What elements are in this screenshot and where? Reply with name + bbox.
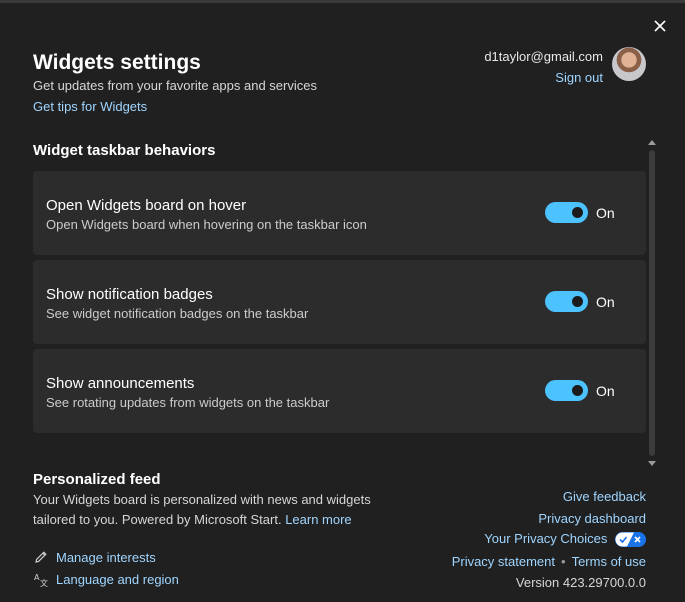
manage-interests-link[interactable]: Manage interests (33, 549, 156, 565)
avatar[interactable] (612, 47, 646, 81)
sign-out-link[interactable]: Sign out (484, 70, 603, 85)
give-feedback-row: Give feedback (563, 489, 646, 504)
separator-dot: • (561, 554, 566, 569)
setting-title: Show notification badges (46, 286, 213, 303)
version-row: Version 423.29700.0.0 (516, 575, 646, 590)
scroll-thumb[interactable] (649, 150, 655, 456)
give-feedback-link[interactable]: Give feedback (563, 489, 646, 504)
toggle-knob (572, 296, 583, 307)
page-title: Widgets settings (33, 51, 201, 74)
personalized-feed-title: Personalized feed (33, 471, 161, 488)
page-subtitle: Get updates from your favorite apps and … (33, 78, 317, 93)
privacy-choices-icon (615, 532, 646, 548)
widgets-settings-panel: Widgets settings Get updates from your f… (0, 3, 685, 602)
scrollbar[interactable] (646, 138, 658, 468)
toggle-state-label: On (596, 205, 615, 221)
terms-of-use-link[interactable]: Terms of use (572, 554, 646, 569)
get-tips-link[interactable]: Get tips for Widgets (33, 99, 147, 114)
pencil-icon (35, 551, 47, 563)
version-text: Version 423.29700.0.0 (515, 575, 646, 590)
account-email: d1taylor@gmail.com (484, 49, 603, 64)
privacy-choices-link[interactable]: Your Privacy Choices (484, 531, 607, 546)
notification-badges-toggle[interactable] (545, 291, 588, 312)
setting-notification-badges: Show notification badges See widget noti… (33, 260, 646, 344)
manage-interests-label: Manage interests (56, 549, 156, 565)
open-on-hover-toggle[interactable] (545, 202, 588, 223)
toggle-knob (572, 385, 583, 396)
language-region-label: Language and region (56, 571, 179, 587)
scroll-track[interactable] (649, 150, 655, 456)
setting-description: See rotating updates from widgets on the… (46, 395, 330, 410)
personalized-feed-description: Your Widgets board is personalized with … (33, 490, 413, 530)
privacy-dashboard-link[interactable]: Privacy dashboard (538, 511, 646, 526)
privacy-terms-row: Privacy statement • Terms of use (452, 554, 646, 569)
scroll-up-arrow-icon[interactable] (648, 140, 656, 145)
privacy-choices-row: Your Privacy Choices (484, 531, 646, 548)
close-button[interactable] (649, 15, 671, 37)
close-icon (654, 20, 666, 32)
toggle-knob (572, 207, 583, 218)
learn-more-link[interactable]: Learn more (285, 512, 351, 527)
toggle-state-label: On (596, 294, 615, 310)
scroll-down-arrow-icon[interactable] (648, 461, 656, 466)
language-icon: A 文 (34, 573, 48, 587)
setting-title: Show announcements (46, 375, 195, 392)
setting-open-on-hover: Open Widgets board on hover Open Widgets… (33, 171, 646, 255)
setting-announcements: Show announcements See rotating updates … (33, 349, 646, 433)
privacy-dashboard-row: Privacy dashboard (538, 511, 646, 526)
setting-title: Open Widgets board on hover (46, 197, 247, 214)
announcements-toggle[interactable] (545, 380, 588, 401)
taskbar-behaviors-header: Widget taskbar behaviors (33, 142, 216, 159)
privacy-statement-link[interactable]: Privacy statement (452, 554, 555, 569)
language-region-link[interactable]: A 文 Language and region (33, 571, 179, 588)
account-info: d1taylor@gmail.com Sign out (484, 49, 603, 85)
setting-description: Open Widgets board when hovering on the … (46, 217, 367, 232)
svg-text:文: 文 (40, 578, 48, 587)
setting-description: See widget notification badges on the ta… (46, 306, 309, 321)
toggle-state-label: On (596, 383, 615, 399)
